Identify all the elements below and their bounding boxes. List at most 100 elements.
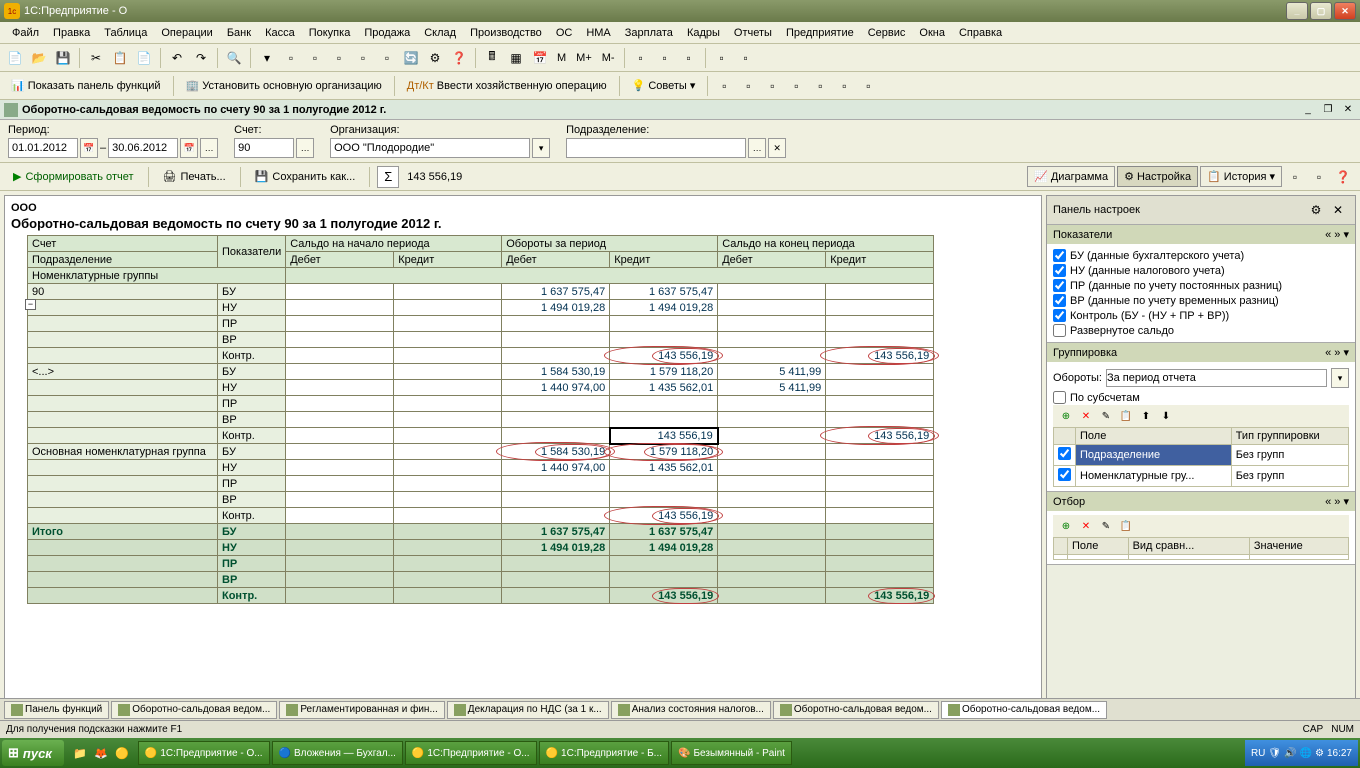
menu-purchase[interactable]: Покупка: [303, 25, 357, 41]
tab-analysis[interactable]: Анализ состояния налогов...: [611, 701, 771, 719]
tbtn-c[interactable]: ▫: [678, 47, 700, 69]
grid-cell[interactable]: [286, 476, 394, 492]
settings-icon[interactable]: ⚙: [424, 47, 446, 69]
grid-cell[interactable]: БУ: [218, 444, 286, 460]
menu-fixed-assets[interactable]: ОС: [550, 25, 579, 41]
refresh-icon[interactable]: 🔄: [400, 47, 422, 69]
memory-minus[interactable]: M-: [598, 50, 619, 66]
enter-operation-button[interactable]: Дт/КтВвести хозяйственную операцию: [400, 77, 614, 95]
edit-icon[interactable]: ✎: [1097, 407, 1115, 425]
ql-3[interactable]: 🟡: [112, 743, 132, 763]
print-button[interactable]: 🖨Печать...: [156, 166, 233, 187]
remove-icon[interactable]: ✕: [1077, 407, 1095, 425]
grouping-section-header[interactable]: Группировка« » ▾: [1047, 343, 1355, 362]
grid-cell[interactable]: НУ: [218, 380, 286, 396]
period-select-icon[interactable]: …: [200, 138, 218, 158]
sum-button[interactable]: Σ: [377, 166, 399, 188]
minimize-button[interactable]: _: [1286, 2, 1308, 20]
panel-config-icon[interactable]: ⚙: [1305, 199, 1327, 221]
date-to-picker-icon[interactable]: 📅: [180, 138, 198, 158]
grid-cell[interactable]: 1 494 019,28: [610, 300, 718, 316]
system-tray[interactable]: RU 🛡 🔊 🌐 ⚙ 16:27: [1245, 740, 1358, 766]
grid-cell[interactable]: [826, 460, 934, 476]
grid-cell[interactable]: БУ: [218, 364, 286, 380]
grid-cell[interactable]: [394, 444, 502, 460]
grid-cell[interactable]: [394, 348, 502, 364]
grid-cell[interactable]: [28, 492, 218, 508]
grid-icon[interactable]: ▦: [505, 47, 527, 69]
grid-cell[interactable]: [286, 332, 394, 348]
copy-icon[interactable]: 📋: [1117, 407, 1135, 425]
tbtn-d[interactable]: ▫: [711, 47, 733, 69]
doc-minimize[interactable]: _: [1300, 103, 1316, 117]
extra-btn2[interactable]: ▫: [1308, 166, 1330, 188]
grid-cell[interactable]: [286, 508, 394, 524]
grid-cell[interactable]: [394, 380, 502, 396]
new-icon[interactable]: 📄: [4, 47, 26, 69]
menu-warehouse[interactable]: Склад: [418, 25, 462, 41]
grp-field[interactable]: Подразделение: [1076, 445, 1232, 466]
menu-bank[interactable]: Банк: [221, 25, 257, 41]
copy-icon[interactable]: 📋: [109, 47, 131, 69]
grid-cell[interactable]: 143 556,19: [610, 348, 718, 364]
grid-cell[interactable]: Контр.: [218, 348, 286, 364]
grid-cell[interactable]: [718, 284, 826, 300]
help-icon[interactable]: ❓: [448, 47, 470, 69]
grid-cell[interactable]: <...>: [28, 364, 218, 380]
menu-help[interactable]: Справка: [953, 25, 1008, 41]
menu-intangible[interactable]: НМА: [580, 25, 616, 41]
grid-cell[interactable]: [826, 396, 934, 412]
filter-section-header[interactable]: Отбор« » ▾: [1047, 492, 1355, 511]
grid-cell[interactable]: [28, 508, 218, 524]
grid-cell[interactable]: 143 556,19: [826, 348, 934, 364]
menu-salary[interactable]: Зарплата: [619, 25, 679, 41]
btn6-icon[interactable]: ▫: [376, 47, 398, 69]
tbtn-e[interactable]: ▫: [735, 47, 757, 69]
grid-cell[interactable]: ВР: [218, 412, 286, 428]
tray-icon-3[interactable]: 🌐: [1300, 748, 1312, 759]
tab-panel-functions[interactable]: Панель функций: [4, 701, 109, 719]
memory-plus[interactable]: M+: [572, 50, 596, 66]
grid-cell[interactable]: [394, 300, 502, 316]
grid-cell[interactable]: 1 435 562,01: [610, 460, 718, 476]
grid-cell[interactable]: [826, 380, 934, 396]
grid-cell[interactable]: [718, 348, 826, 364]
grid-cell[interactable]: [826, 492, 934, 508]
menu-operations[interactable]: Операции: [155, 25, 218, 41]
tb2-6[interactable]: ▫: [833, 75, 855, 97]
grid-cell[interactable]: НУ: [218, 300, 286, 316]
grid-cell[interactable]: 1 579 118,20: [610, 444, 718, 460]
grid-cell[interactable]: [286, 396, 394, 412]
grid-cell[interactable]: Основная номенклатурная группа: [28, 444, 218, 460]
tb2-4[interactable]: ▫: [785, 75, 807, 97]
ql-2[interactable]: 🦊: [91, 743, 111, 763]
task-chrome[interactable]: 🔵Вложения — Бухгал...: [272, 741, 403, 765]
indicator-checkbox[interactable]: [1053, 294, 1066, 307]
grid-cell[interactable]: [718, 492, 826, 508]
save-as-button[interactable]: 💾Сохранить как...: [248, 166, 363, 187]
grp-type[interactable]: Без групп: [1231, 466, 1348, 487]
grid-cell[interactable]: [718, 316, 826, 332]
panel-close-icon[interactable]: ✕: [1327, 199, 1349, 221]
menu-edit[interactable]: Правка: [47, 25, 96, 41]
grid-cell[interactable]: [502, 412, 610, 428]
tb2-7[interactable]: ▫: [857, 75, 879, 97]
menu-reports[interactable]: Отчеты: [728, 25, 778, 41]
grid-cell[interactable]: НУ: [218, 460, 286, 476]
search-icon[interactable]: 🔍: [223, 47, 245, 69]
grid-cell[interactable]: [718, 412, 826, 428]
form-report-button[interactable]: Сформировать отчет: [6, 166, 141, 187]
grid-cell[interactable]: ВР: [218, 332, 286, 348]
grid-cell[interactable]: [826, 476, 934, 492]
btn2-icon[interactable]: ▫: [280, 47, 302, 69]
menu-sale[interactable]: Продажа: [358, 25, 416, 41]
grid-cell[interactable]: [826, 364, 934, 380]
tb2-5[interactable]: ▫: [809, 75, 831, 97]
grid-cell[interactable]: [610, 412, 718, 428]
clock[interactable]: 16:27: [1327, 748, 1352, 759]
date-from-picker-icon[interactable]: 📅: [80, 138, 98, 158]
task-paint[interactable]: 🎨Безымянный - Paint: [671, 741, 792, 765]
grid-cell[interactable]: [826, 508, 934, 524]
grid-cell[interactable]: [502, 476, 610, 492]
grid-cell[interactable]: [826, 316, 934, 332]
